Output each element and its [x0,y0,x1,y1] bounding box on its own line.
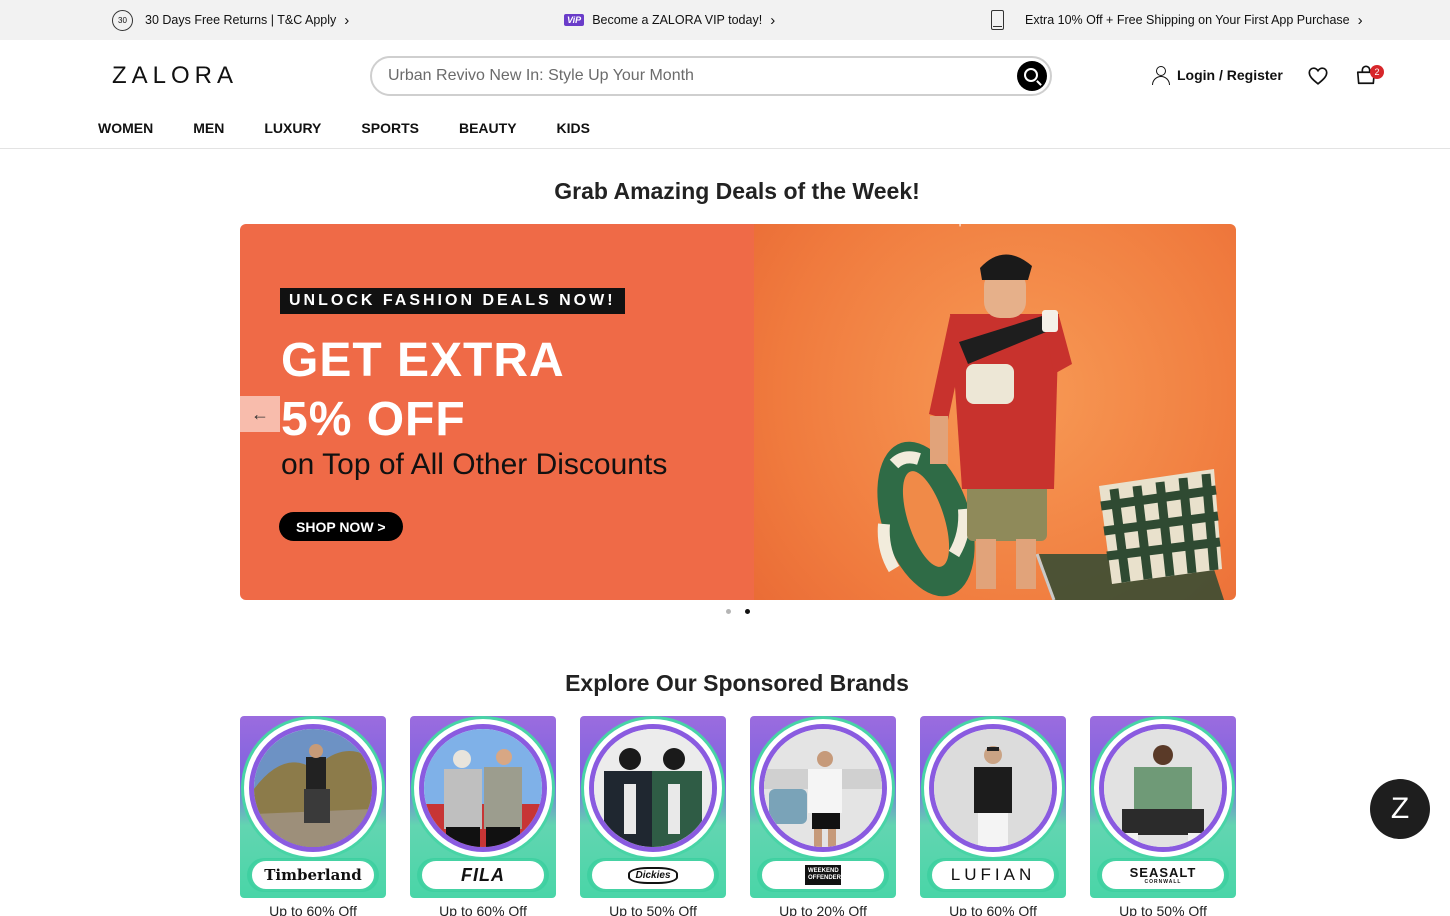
shop-now-button[interactable]: SHOP NOW > [279,512,403,541]
user-icon [1151,65,1171,85]
brand-card-lufian[interactable]: LUFIAN [920,716,1066,898]
vip-icon: ViP [564,14,585,26]
brand-photo [419,724,547,852]
banner-headline-2: 5% OFF [281,393,466,446]
search-button[interactable] [1017,61,1047,91]
brand-photo [929,724,1057,852]
brand-logo-lufian: LUFIAN [930,859,1056,891]
returns-icon: 30 [112,9,133,31]
nav-item-kids[interactable]: KIDS [557,120,590,136]
arrow-left-icon: ← [251,403,269,424]
brand-card-weekend-offender[interactable]: WEEKEND OFFENDER [750,716,896,898]
carousel-prev-button[interactable]: ← [240,396,280,432]
banner-tag: UNLOCK FASHION DEALS NOW! [280,288,625,314]
brand-logo-weekend-offender: WEEKEND OFFENDER [760,859,886,891]
chevron-right-icon: › [1357,11,1363,29]
brand-card-dickies[interactable]: Dickies [580,716,726,898]
banner-model-illustration [877,254,1224,600]
brand-card-seasalt[interactable]: SEASALT CORNWALL [1090,716,1236,898]
brand-logo-timberland: Timberland [250,859,376,891]
brand-card-fila[interactable]: FILA [410,716,556,898]
brands-section-title: Explore Our Sponsored Brands [565,670,909,696]
brand-logo-dickies: Dickies [590,859,716,891]
search-icon [1024,68,1038,82]
returns-promo-text: 30 Days Free Returns | T&C Apply [145,13,337,27]
brand-card-timberland[interactable]: Timberland [240,716,386,898]
returns-promo[interactable]: 30 30 Days Free Returns | T&C Apply › [112,0,349,40]
brand-offer: Up to 60% Off [269,903,357,916]
deals-section-title: Grab Amazing Deals of the Week! [554,178,920,204]
brand-photo [1099,724,1227,852]
main-nav: WOMEN MEN LUXURY SPORTS BEAUTY KIDS [98,120,630,136]
app-promo[interactable]: Extra 10% Off + Free Shipping on Your Fi… [991,0,1363,40]
banner-subline: on Top of All Other Discounts [281,448,668,481]
vip-promo-text: Become a ZALORA VIP today! [592,13,763,27]
brand-photo [759,724,887,852]
brand-photo [249,724,377,852]
banner-text-panel: UNLOCK FASHION DEALS NOW! GET EXTRA 5% O… [240,224,754,600]
banner-photo [754,224,1236,600]
search-input[interactable] [388,64,1008,88]
chevron-right-icon: › [344,11,350,29]
nav-divider [0,148,1450,149]
cart-count-badge: 2 [1370,65,1384,79]
wishlist-heart-icon[interactable] [1307,65,1329,87]
brand-offer: Up to 50% Off [1119,903,1207,916]
carousel-dot-2-active[interactable] [745,609,750,614]
brand-offer: Up to 60% Off [439,903,527,916]
brand-photo [589,724,717,852]
brand-offer: Up to 60% Off [949,903,1037,916]
zalora-assistant-button[interactable]: Z [1370,779,1430,839]
zalora-logo[interactable]: ZALORA [112,62,238,90]
nav-item-luxury[interactable]: LUXURY [264,120,321,136]
brand-logo-fila: FILA [420,859,546,891]
nav-item-men[interactable]: MEN [193,120,224,136]
app-promo-text: Extra 10% Off + Free Shipping on Your Fi… [1025,13,1350,27]
nav-item-sports[interactable]: SPORTS [361,120,419,136]
nav-item-women[interactable]: WOMEN [98,120,153,136]
search-bar [370,56,1052,96]
chevron-right-icon: › [770,11,776,29]
lounge-chair-illustration [1035,469,1224,600]
banner-headline-1: GET EXTRA [281,334,565,387]
hero-banner[interactable]: UNLOCK FASHION DEALS NOW! GET EXTRA 5% O… [240,224,1236,600]
login-register-link[interactable]: Login / Register [1151,65,1283,85]
carousel-dot-1[interactable] [726,609,731,614]
phone-icon [991,10,1004,30]
login-register-label: Login / Register [1177,67,1283,83]
terms-note: T&Cs Apply [956,153,972,227]
promo-strip: 30 30 Days Free Returns | T&C Apply › Vi… [0,0,1450,40]
nav-item-beauty[interactable]: BEAUTY [459,120,517,136]
brand-logo-seasalt: SEASALT CORNWALL [1100,859,1226,891]
brand-offer: Up to 50% Off [609,903,697,916]
brand-offer: Up to 20% Off [779,903,867,916]
vip-promo[interactable]: ViP Become a ZALORA VIP today! › [564,0,775,40]
